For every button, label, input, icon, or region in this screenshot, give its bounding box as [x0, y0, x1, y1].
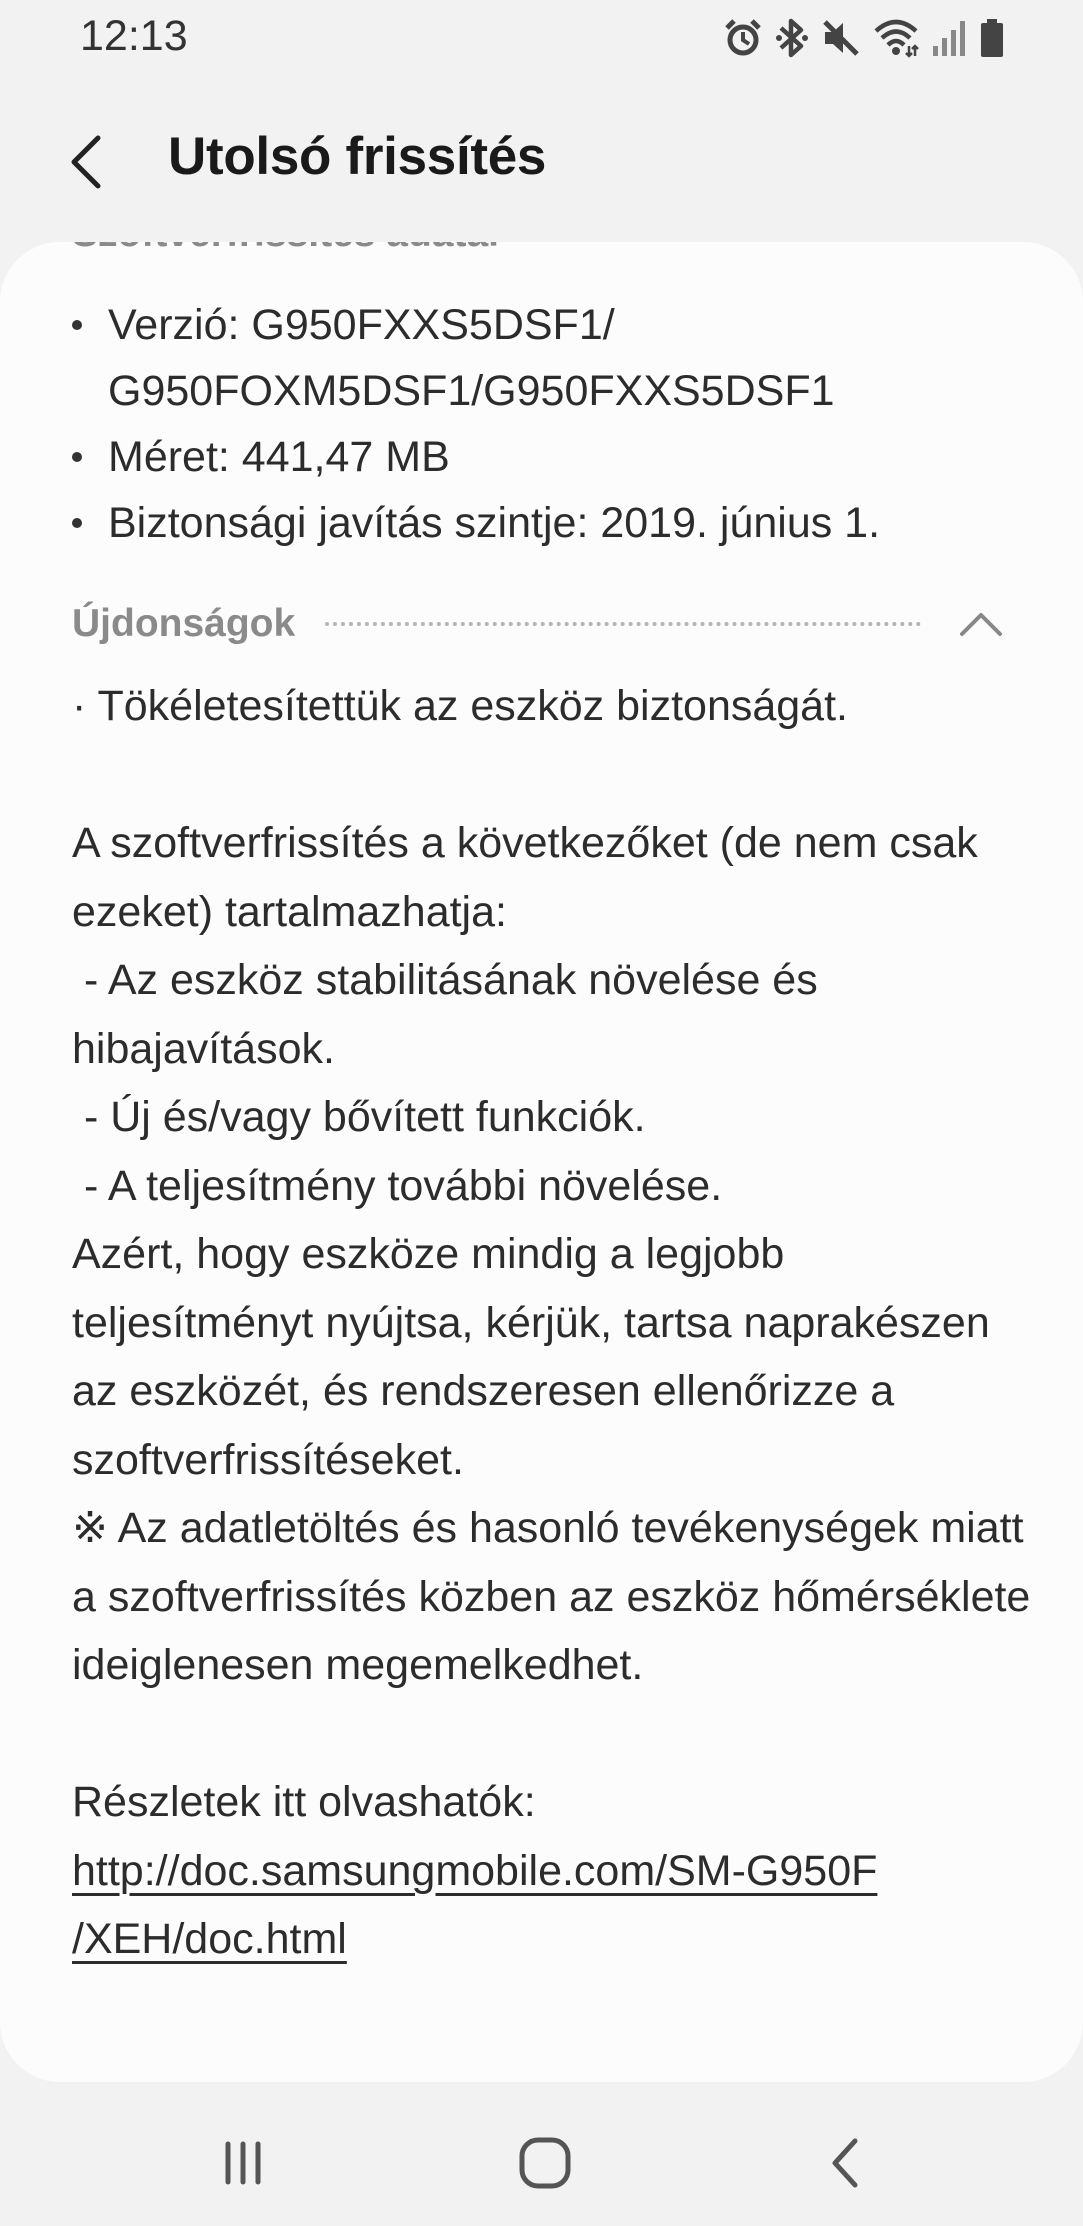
update-details-card[interactable]: Szoftverfrissítés adatai Verzió: G950FXX…	[0, 242, 1083, 2082]
status-bar: 12:13	[0, 0, 1083, 80]
details-link[interactable]: http://doc.samsungmobile.com/SM-G950F /X…	[72, 1847, 877, 1964]
recent-apps-button[interactable]	[198, 2118, 288, 2208]
whats-new-header[interactable]: Újdonságok	[72, 594, 1011, 654]
app-bar: Utolsó frissítés	[0, 100, 1083, 220]
software-info-list: Verzió: G950FXXS5DSF1/G950FOXM5DSF1/G950…	[72, 292, 1032, 556]
chevron-up-icon[interactable]	[951, 594, 1011, 654]
list-item: Verzió: G950FXXS5DSF1/G950FOXM5DSF1/G950…	[72, 292, 1032, 424]
page-title: Utolsó frissítés	[168, 127, 547, 186]
size-text: Méret: 441,47 MB	[108, 433, 450, 481]
signal-icon	[931, 18, 967, 58]
section-divider	[325, 622, 921, 626]
whats-new-body: · Tökéletesítettük az eszköz biztonságát…	[72, 672, 1032, 1974]
status-icons	[723, 16, 1005, 60]
recent-apps-icon	[225, 2141, 261, 2185]
battery-icon	[979, 18, 1005, 58]
back-arrow-icon	[71, 135, 101, 189]
software-info-heading: Szoftverfrissítés adatai	[72, 242, 499, 256]
list-item: Méret: 441,47 MB	[72, 424, 1032, 490]
back-button[interactable]	[46, 122, 126, 202]
navigation-bar	[0, 2100, 1083, 2226]
details-link-line-2[interactable]: /XEH/doc.html	[72, 1915, 347, 1963]
home-icon	[519, 2137, 571, 2189]
details-link-line-1[interactable]: http://doc.samsungmobile.com/SM-G950F	[72, 1847, 877, 1895]
whats-new-text: · Tökéletesítettük az eszköz biztonságát…	[72, 682, 1031, 1826]
version-line-1: Verzió: G950FXXS5DSF1/	[108, 301, 615, 349]
home-button[interactable]	[500, 2118, 590, 2208]
security-patch-text: Biztonsági javítás szintje: 2019. június…	[108, 499, 881, 547]
whats-new-heading: Újdonságok	[72, 602, 296, 645]
bluetooth-icon	[775, 17, 809, 59]
mute-icon	[821, 18, 861, 58]
status-time: 12:13	[80, 12, 188, 60]
list-item: Biztonsági javítás szintje: 2019. június…	[72, 490, 1032, 556]
software-info-header: Szoftverfrissítés adatai	[72, 242, 1011, 256]
alarm-icon	[723, 18, 763, 58]
version-line-2: G950FOXM5DSF1/G950FXXS5DSF1	[108, 367, 835, 415]
back-icon	[832, 2138, 858, 2188]
nav-back-button[interactable]	[800, 2118, 890, 2208]
wifi-icon	[873, 18, 919, 58]
